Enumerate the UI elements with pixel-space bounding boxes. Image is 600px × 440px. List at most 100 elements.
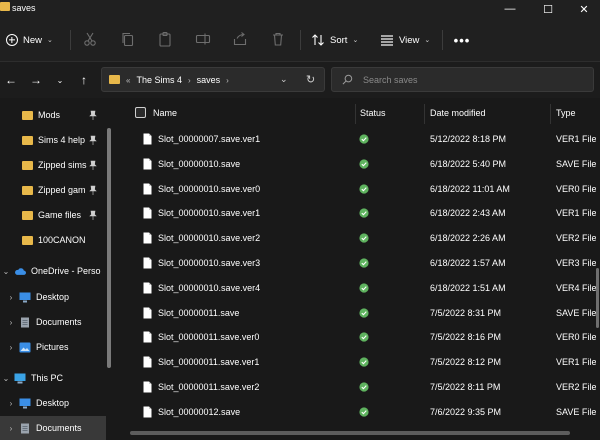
copy-icon[interactable] xyxy=(120,31,136,47)
file-icon xyxy=(143,158,152,170)
file-icon xyxy=(143,282,152,294)
pin-icon xyxy=(89,110,97,120)
file-row[interactable]: Slot_00000010.save.ver2 6/18/2022 2:26 AM… xyxy=(113,226,600,250)
sort-button[interactable]: Sort ⌄ xyxy=(311,30,358,50)
column-divider[interactable] xyxy=(424,104,425,124)
more-options-button[interactable]: ••• xyxy=(452,30,472,50)
recent-locations-chevron-icon[interactable]: ⌄ xyxy=(52,72,68,88)
forward-arrow-icon[interactable]: → xyxy=(28,72,44,88)
file-icon xyxy=(143,207,152,219)
chevron-down-icon: ⌄ xyxy=(352,37,359,44)
chevron-right-icon[interactable]: › xyxy=(6,343,16,352)
file-row[interactable]: Slot_00000011.save 7/5/2022 8:31 PM SAVE F… xyxy=(113,301,600,325)
horizontal-scrollbar[interactable] xyxy=(130,431,570,435)
chevron-right-icon[interactable]: › xyxy=(6,424,16,433)
chevron-right-icon[interactable]: › xyxy=(6,293,16,302)
chevron-right-icon[interactable]: › xyxy=(6,318,16,327)
file-row[interactable]: Slot_00000010.save.ver3 6/18/2022 1:57 AM… xyxy=(113,251,600,275)
search-icon xyxy=(342,74,353,85)
rename-icon[interactable] xyxy=(195,31,211,47)
close-button[interactable]: ✕ xyxy=(566,0,600,18)
sidebar-item-zipped-sims[interactable]: Zipped sims xyxy=(0,153,106,177)
column-header-name[interactable]: Name xyxy=(153,108,177,118)
file-row[interactable]: Slot_00000010.save 6/18/2022 5:40 PM SAVE … xyxy=(113,152,600,176)
sidebar-item-mods[interactable]: Mods xyxy=(0,103,106,127)
file-name: Slot_00000010.save.ver0 xyxy=(158,183,261,194)
file-name: Slot_00000011.save.ver0 xyxy=(158,332,260,343)
refresh-icon[interactable]: ↻ xyxy=(306,73,315,86)
column-divider[interactable] xyxy=(355,104,356,124)
sidebar-scrollbar[interactable] xyxy=(106,98,113,440)
view-button[interactable]: View ⌄ xyxy=(380,30,430,50)
pin-icon xyxy=(89,185,97,195)
synced-status-icon xyxy=(359,307,369,318)
navigation-pane: Mods Sims 4 help Zipped sims Zipped gam … xyxy=(0,98,113,440)
sidebar-item-zipped-gam[interactable]: Zipped gam xyxy=(0,178,106,202)
select-all-checkbox[interactable] xyxy=(135,107,146,118)
file-name: Slot_00000010.save.ver3 xyxy=(158,258,261,268)
file-row[interactable]: Slot_00000007.save.ver1 5/12/2022 8:18 PM… xyxy=(113,127,600,151)
breadcrumb-item[interactable]: saves xyxy=(197,75,221,85)
file-list-scrollbar[interactable] xyxy=(596,98,600,440)
sidebar-item-pc-documents[interactable]: › Documents xyxy=(0,416,106,440)
minimize-button[interactable]: — xyxy=(492,0,528,18)
chevron-right-icon[interactable]: › xyxy=(226,76,229,85)
sidebar-item-onedrive-desktop[interactable]: › Desktop xyxy=(0,285,106,309)
file-row[interactable]: Slot_00000011.save.ver2 7/5/2022 8:11 PM V… xyxy=(113,375,600,399)
file-row[interactable]: Slot_00000010.save.ver1 6/18/2022 2:43 AM… xyxy=(113,201,600,225)
file-name: Slot_00000010.save xyxy=(158,158,241,169)
sidebar-item-pc-desktop[interactable]: › Desktop xyxy=(0,391,106,415)
pin-icon xyxy=(89,135,97,145)
up-arrow-icon[interactable]: ↑ xyxy=(76,72,92,88)
file-type: VER1 File xyxy=(556,357,597,368)
file-type: VER4 File xyxy=(556,282,597,293)
file-name: Slot_00000010.save.ver4 xyxy=(158,282,261,293)
folder-icon xyxy=(22,135,33,145)
file-row[interactable]: Slot_00000011.save.ver0 7/5/2022 8:16 PM V… xyxy=(113,325,600,349)
sidebar-item-onedrive-pictures[interactable]: › Pictures xyxy=(0,335,106,359)
share-icon[interactable] xyxy=(232,31,248,47)
folder-icon xyxy=(22,210,33,220)
breadcrumb-overflow-icon[interactable]: « xyxy=(126,76,130,85)
sidebar-scrollbar-thumb[interactable] xyxy=(107,128,111,368)
chevron-down-icon: ⌄ xyxy=(47,37,53,44)
search-input[interactable]: Search saves xyxy=(363,75,418,85)
maximize-button[interactable]: ☐ xyxy=(530,0,566,18)
synced-status-icon xyxy=(359,183,369,194)
file-name: Slot_00000010.save.ver1 xyxy=(158,208,261,219)
sidebar-item-onedrive-documents[interactable]: › Documents xyxy=(0,310,106,334)
desktop-icon xyxy=(19,292,31,302)
column-header-status[interactable]: Status xyxy=(360,108,386,118)
column-header-date-modified[interactable]: Date modified xyxy=(430,108,486,118)
sidebar-item-this-pc[interactable]: ⌄ This PC xyxy=(0,366,106,390)
chevron-down-icon[interactable]: ⌄ xyxy=(1,374,11,383)
file-row[interactable]: Slot_00000010.save.ver4 6/18/2022 1:51 AM… xyxy=(113,276,600,300)
file-type: VER2 File xyxy=(556,233,597,244)
command-bar: New ⌄ Sort ⌄ View ⌄ ••• xyxy=(0,18,600,62)
address-dropdown-icon[interactable]: ⌄ xyxy=(280,74,288,85)
toolbar-divider xyxy=(300,30,301,50)
chevron-right-icon[interactable]: › xyxy=(6,399,16,408)
documents-icon xyxy=(21,423,29,433)
file-row[interactable]: Slot_00000011.save.ver1 7/5/2022 8:12 PM V… xyxy=(113,350,600,374)
sidebar-item-100canon[interactable]: 100CANON xyxy=(0,228,106,252)
chevron-right-icon[interactable]: › xyxy=(188,76,191,85)
new-button[interactable]: New ⌄ xyxy=(6,30,53,50)
search-box[interactable]: Search saves xyxy=(331,67,594,92)
address-bar[interactable]: « The Sims 4 › saves › ⌄ ↻ xyxy=(101,67,325,92)
sidebar-item-game-files[interactable]: Game files xyxy=(0,203,106,227)
cut-icon[interactable] xyxy=(82,31,98,47)
file-row[interactable]: Slot_00000012.save 7/6/2022 9:35 PM SAVE F… xyxy=(113,400,600,424)
breadcrumb-item[interactable]: The Sims 4 xyxy=(136,75,182,85)
back-arrow-icon[interactable]: ← xyxy=(3,72,19,88)
paste-icon[interactable] xyxy=(157,31,173,47)
column-header-type[interactable]: Type xyxy=(556,108,576,118)
sidebar-item-sims4-help[interactable]: Sims 4 help xyxy=(0,128,106,152)
delete-icon[interactable] xyxy=(270,31,286,47)
file-list-scrollbar-thumb[interactable] xyxy=(596,268,599,328)
column-divider[interactable] xyxy=(550,104,551,124)
view-list-icon xyxy=(381,35,393,46)
sidebar-item-onedrive[interactable]: ⌄ OneDrive - Perso xyxy=(0,259,106,283)
file-row[interactable]: Slot_00000010.save.ver0 6/18/2022 11:01 A… xyxy=(113,177,600,201)
chevron-down-icon[interactable]: ⌄ xyxy=(1,267,11,276)
